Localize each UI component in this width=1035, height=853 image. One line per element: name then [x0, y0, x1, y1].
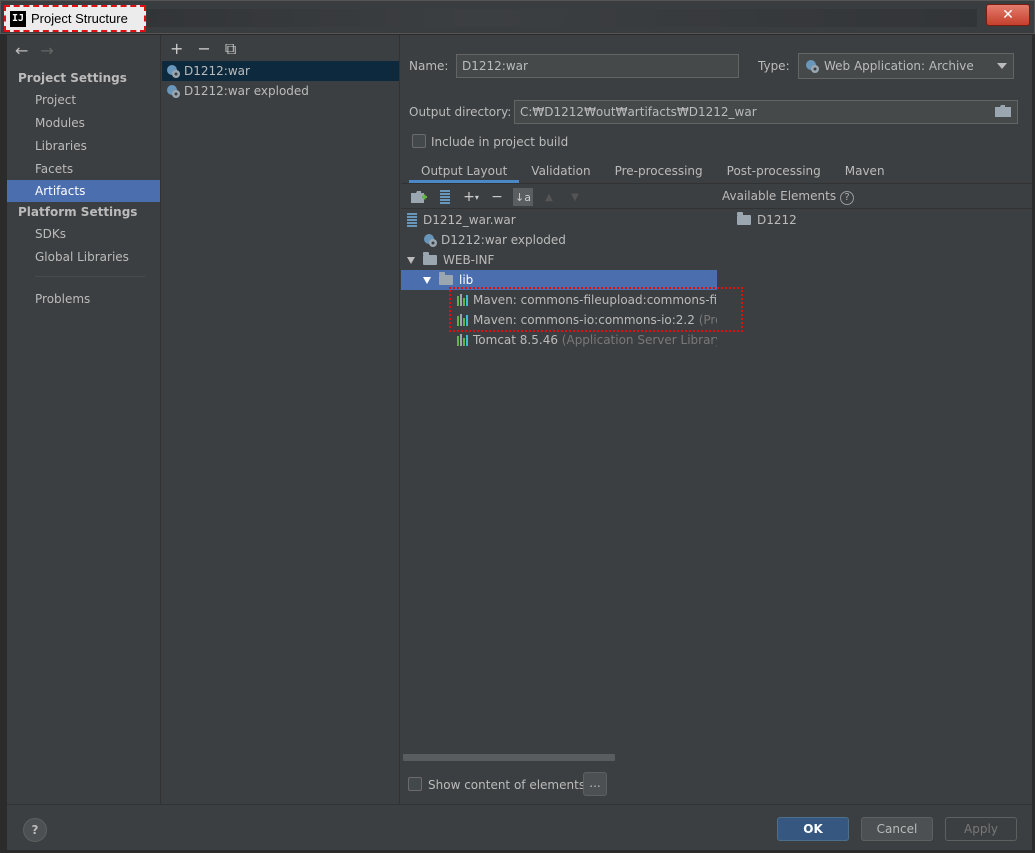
artifact-details-panel: Name: D1212:war Type: Web Application: A…	[401, 35, 1032, 804]
intellij-icon: IJ	[10, 10, 26, 27]
nav-item-project[interactable]: Project	[7, 89, 160, 111]
remove-element-icon[interactable]: −	[487, 188, 507, 206]
tree-item-webinf[interactable]: WEB-INF	[407, 250, 717, 270]
project-structure-dialog: ← → Project Settings Project Modules Libr…	[6, 34, 1032, 850]
more-options-button[interactable]: ...	[583, 772, 607, 796]
tree-root-war[interactable]: D1212_war.war	[407, 210, 717, 230]
tab-pre-processing[interactable]: Pre-processing	[603, 159, 715, 183]
type-label: Type:	[758, 59, 790, 73]
artifact-item-war-exploded[interactable]: D1212:war exploded	[162, 81, 399, 101]
window-title-highlight: IJ Project Structure	[4, 5, 146, 32]
help-icon[interactable]: ?	[840, 191, 855, 205]
name-label: Name:	[409, 59, 449, 73]
settings-nav: ← → Project Settings Project Modules Libr…	[7, 35, 161, 804]
available-elements-label: Available Elements?	[722, 189, 855, 205]
show-content-checkbox[interactable]	[408, 777, 422, 791]
tree-label: WEB-INF	[443, 253, 495, 267]
close-button[interactable]: ✕	[986, 4, 1030, 26]
include-in-build-checkbox[interactable]	[412, 134, 426, 148]
sort-elements-icon[interactable]: ↓a	[513, 188, 533, 206]
dialog-button-bar: ? OK Cancel Apply	[7, 804, 1032, 850]
help-button[interactable]: ?	[23, 818, 47, 842]
artifact-list-panel: + − ⧉ D1212:war D1212:war exploded	[162, 35, 400, 804]
library-scope: (Application Server Library)	[561, 333, 717, 347]
horizontal-scrollbar[interactable]	[403, 754, 615, 761]
folder-icon	[439, 272, 453, 285]
tree-label: D1212:war exploded	[441, 233, 566, 247]
tree-label: D1212	[757, 213, 797, 227]
nav-item-artifacts[interactable]: Artifacts	[7, 180, 160, 202]
title-bar-background	[147, 9, 977, 27]
tab-validation[interactable]: Validation	[519, 159, 602, 183]
toolbar-divider	[401, 208, 1032, 209]
web-artifact-icon	[424, 233, 437, 247]
nav-item-facets[interactable]: Facets	[7, 158, 160, 180]
artifact-list-toolbar: + − ⧉	[170, 39, 250, 59]
artifact-name: D1212:war exploded	[184, 84, 309, 98]
tree-item-exploded[interactable]: D1212:war exploded	[423, 230, 717, 250]
browse-folder-icon[interactable]	[995, 105, 1011, 117]
expand-triangle-icon[interactable]	[423, 276, 431, 284]
copy-artifact-icon[interactable]: ⧉	[225, 39, 236, 59]
move-down-icon[interactable]: ▼	[565, 188, 585, 206]
tabs-divider	[401, 183, 1032, 184]
platform-settings-header: Platform Settings	[18, 205, 138, 219]
artifact-name: D1212:war	[184, 64, 250, 78]
layout-tabs: Output Layout Validation Pre-processing …	[409, 159, 897, 183]
move-up-icon[interactable]: ▲	[539, 188, 559, 206]
nav-divider	[35, 276, 145, 277]
type-value: Web Application: Archive	[824, 59, 974, 73]
output-directory-field[interactable]: C:₩D1212₩out₩artifacts₩D1212_war	[514, 100, 1018, 124]
tree-label: D1212_war.war	[423, 213, 516, 227]
include-in-build-label: Include in project build	[431, 135, 569, 149]
back-arrow-icon[interactable]: ←	[15, 41, 28, 60]
chevron-down-icon	[997, 63, 1007, 69]
output-layout-toolbar: + ▾ − ↓a ▲ ▼	[409, 187, 591, 207]
expand-triangle-icon[interactable]	[407, 256, 415, 264]
available-elements-text: Available Elements	[722, 189, 837, 203]
tab-post-processing[interactable]: Post-processing	[715, 159, 833, 183]
tab-output-layout[interactable]: Output Layout	[409, 159, 520, 183]
library-highlight-box	[449, 287, 743, 332]
web-artifact-icon	[167, 64, 180, 78]
tree-label: Tomcat 8.5.46	[473, 333, 558, 347]
window-title: Project Structure	[31, 11, 128, 26]
output-directory-value: C:₩D1212₩out₩artifacts₩D1212_war	[520, 105, 757, 119]
archive-icon[interactable]	[435, 188, 455, 206]
web-artifact-icon	[806, 59, 819, 73]
artifact-item-war[interactable]: D1212:war	[162, 61, 399, 81]
remove-artifact-icon[interactable]: −	[197, 39, 210, 58]
name-field[interactable]: D1212:war	[456, 54, 739, 78]
new-directory-icon[interactable]	[409, 188, 429, 206]
title-bar: IJ Project Structure ✕	[0, 0, 1035, 34]
tab-maven[interactable]: Maven	[833, 159, 897, 183]
forward-arrow-icon[interactable]: →	[40, 41, 53, 60]
nav-item-modules[interactable]: Modules	[7, 112, 160, 134]
available-item-module[interactable]: D1212	[737, 210, 1017, 230]
show-content-label: Show content of elements	[428, 778, 586, 792]
archive-icon	[407, 213, 417, 227]
nav-arrows: ← →	[15, 41, 66, 60]
nav-item-libraries[interactable]: Libraries	[7, 135, 160, 157]
nav-item-global-libraries[interactable]: Global Libraries	[7, 246, 160, 268]
module-folder-icon	[737, 212, 751, 225]
project-settings-header: Project Settings	[18, 71, 127, 85]
ok-button[interactable]: OK	[777, 817, 849, 841]
tree-item-library[interactable]: Tomcat 8.5.46 (Application Server Librar…	[457, 330, 717, 350]
add-artifact-icon[interactable]: +	[170, 39, 183, 58]
folder-icon	[423, 252, 437, 265]
cancel-button[interactable]: Cancel	[861, 817, 933, 841]
nav-item-problems[interactable]: Problems	[7, 288, 160, 310]
output-directory-label: Output directory:	[409, 105, 512, 119]
web-artifact-icon	[167, 84, 180, 98]
add-copy-icon[interactable]: + ▾	[461, 188, 481, 206]
library-icon	[457, 334, 468, 346]
type-dropdown[interactable]: Web Application: Archive	[798, 53, 1014, 79]
apply-button[interactable]: Apply	[945, 817, 1017, 841]
nav-item-sdks[interactable]: SDKs	[7, 223, 160, 245]
